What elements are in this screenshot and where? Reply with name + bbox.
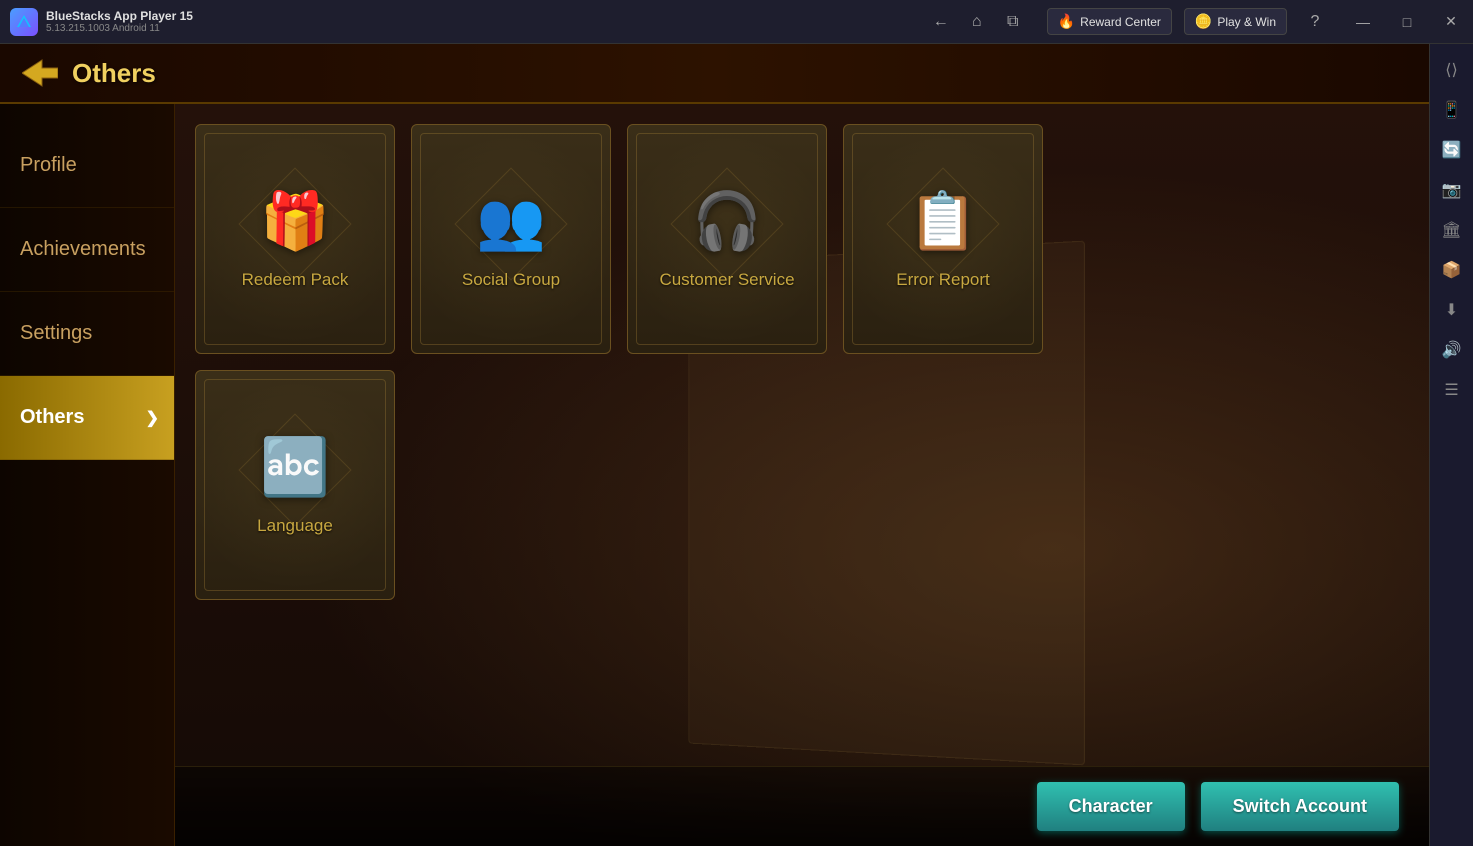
sidebar-building-icon[interactable]: 🏛 xyxy=(1434,212,1470,248)
card-social-group[interactable]: 👥 Social Group xyxy=(411,124,611,354)
cards-row-1: 🎁 Redeem Pack 👥 Social Group 🎧 Customer … xyxy=(195,124,1409,354)
sidebar-expand-icon[interactable]: ⟨⟩ xyxy=(1434,52,1470,88)
social-icon: 👥 xyxy=(476,188,546,254)
game-back-button[interactable] xyxy=(20,53,60,93)
title-bar-actions: 🔥 Reward Center 🪙 Play & Win ? xyxy=(1037,6,1341,38)
character-button[interactable]: Character xyxy=(1037,782,1185,831)
report-icon: 📋 xyxy=(908,188,978,254)
cards-row-2: 🔤 Language xyxy=(195,370,1409,600)
home-nav-button[interactable]: ⌂ xyxy=(961,6,993,38)
card-social-label: Social Group xyxy=(462,270,560,290)
sidebar-package-icon[interactable]: 📦 xyxy=(1434,252,1470,288)
play-win-button[interactable]: 🪙 Play & Win xyxy=(1184,8,1287,35)
card-language[interactable]: 🔤 Language xyxy=(195,370,395,600)
nav-item-settings-label: Settings xyxy=(20,322,92,344)
cards-section: 🎁 Redeem Pack 👥 Social Group 🎧 Customer … xyxy=(175,104,1429,766)
play-win-label: Play & Win xyxy=(1217,15,1276,29)
game-header: Others xyxy=(0,44,1429,104)
back-nav-button[interactable]: ← xyxy=(925,6,957,38)
title-bar-nav: ← ⌂ ⧉ xyxy=(917,6,1037,38)
title-bar: BlueStacks App Player 15 5.13.215.1003 A… xyxy=(0,0,1473,44)
right-sidebar: ⟨⟩ 📱 🔄 📷 🏛 📦 ⬇ 🔊 ☰ xyxy=(1429,44,1473,846)
game-ui: Others Profile Achievements Settings Oth… xyxy=(0,44,1429,846)
nav-item-achievements[interactable]: Achievements xyxy=(0,208,174,292)
reward-center-label: Reward Center xyxy=(1080,15,1161,29)
gift-icon: 🎁 xyxy=(260,188,330,254)
page-title: Others xyxy=(72,58,156,89)
multi-nav-button[interactable]: ⧉ xyxy=(997,6,1029,38)
nav-item-profile-label: Profile xyxy=(20,154,77,176)
help-button[interactable]: ? xyxy=(1299,6,1331,38)
bottom-bar: Character Switch Account xyxy=(175,766,1429,846)
coin-icon: 🪙 xyxy=(1195,13,1212,30)
app-title-group: BlueStacks App Player 15 5.13.215.1003 A… xyxy=(46,9,193,34)
nav-item-achievements-label: Achievements xyxy=(20,238,146,260)
card-language-label: Language xyxy=(257,516,333,536)
maximize-button[interactable]: □ xyxy=(1385,0,1429,44)
card-redeem-label: Redeem Pack xyxy=(242,270,349,290)
window-controls: — □ ✕ xyxy=(1341,0,1473,44)
sidebar-camera-icon[interactable]: 📷 xyxy=(1434,172,1470,208)
sidebar-phone-icon[interactable]: 📱 xyxy=(1434,92,1470,128)
headset-icon: 🎧 xyxy=(692,188,762,254)
card-customer-label: Customer Service xyxy=(659,270,794,290)
card-customer-service[interactable]: 🎧 Customer Service xyxy=(627,124,827,354)
app-name: BlueStacks App Player 15 xyxy=(46,9,193,23)
sidebar-download-icon[interactable]: ⬇ xyxy=(1434,292,1470,328)
switch-account-button[interactable]: Switch Account xyxy=(1201,782,1399,831)
sidebar-rotate-icon[interactable]: 🔄 xyxy=(1434,132,1470,168)
content-area: 🎁 Redeem Pack 👥 Social Group 🎧 Customer … xyxy=(175,104,1429,846)
card-error-report[interactable]: 📋 Error Report xyxy=(843,124,1043,354)
sidebar-menu-icon[interactable]: ☰ xyxy=(1434,372,1470,408)
sidebar-sound-icon[interactable]: 🔊 xyxy=(1434,332,1470,368)
app-version: 5.13.215.1003 Android 11 xyxy=(46,23,193,34)
close-button[interactable]: ✕ xyxy=(1429,0,1473,44)
title-bar-left: BlueStacks App Player 15 5.13.215.1003 A… xyxy=(0,8,917,36)
reward-center-button[interactable]: 🔥 Reward Center xyxy=(1047,8,1172,35)
game-content: Profile Achievements Settings Others 🎁 xyxy=(0,104,1429,846)
nav-item-others-label: Others xyxy=(20,406,84,428)
card-error-label: Error Report xyxy=(896,270,990,290)
nav-item-profile[interactable]: Profile xyxy=(0,124,174,208)
nav-item-settings[interactable]: Settings xyxy=(0,292,174,376)
fire-icon: 🔥 xyxy=(1058,13,1075,30)
nav-item-others[interactable]: Others xyxy=(0,376,174,460)
left-nav: Profile Achievements Settings Others xyxy=(0,104,175,846)
app-logo xyxy=(10,8,38,36)
language-icon: 🔤 xyxy=(260,434,330,500)
minimize-button[interactable]: — xyxy=(1341,0,1385,44)
card-redeem-pack[interactable]: 🎁 Redeem Pack xyxy=(195,124,395,354)
